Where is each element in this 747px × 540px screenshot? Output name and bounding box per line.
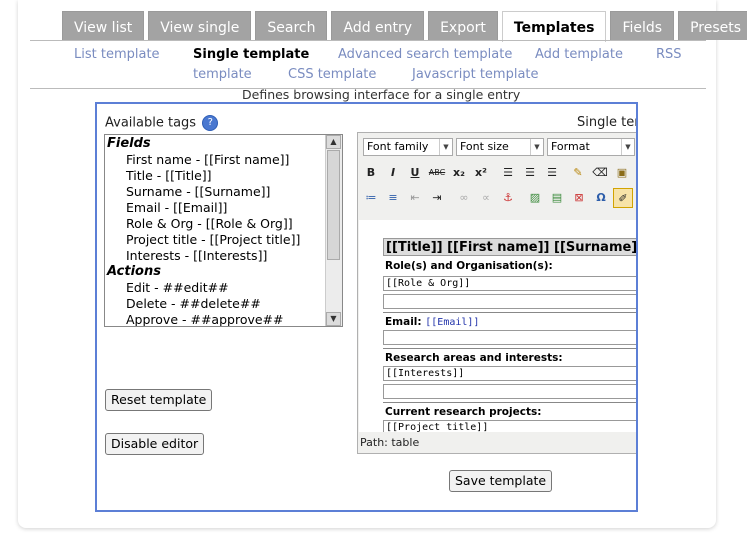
main-tabs: View list View single Search Add entry E… [62,11,747,42]
rich-text-editor: Font family ▼ Font size ▼ Format ▼ B I U AB… [357,132,636,454]
empty-cell[interactable] [383,330,636,345]
template-heading-row: [[Title]] [[First name]] [[Surname]] [383,238,636,256]
tag-item[interactable]: First name - [[First name]] [106,152,326,168]
tag-section-heading: Actions [107,264,161,279]
row-divider [383,348,636,349]
table-icon[interactable]: ⊠ [569,188,589,208]
template-form: Available tags ? Fields First name - [[F… [95,102,638,512]
save-template-button[interactable]: Save template [449,470,553,492]
chevron-down-icon: ▼ [530,139,543,155]
link-icon[interactable]: ∞ [454,188,474,208]
subtab-add-template[interactable]: Add template [535,47,623,62]
available-tags-list[interactable]: Fields First name - [[First name]] Title… [104,134,343,327]
projects-label: Current research projects: [385,406,542,418]
clean-icon[interactable]: ✎ [568,163,588,183]
tab-templates[interactable]: Templates [501,11,607,42]
underline-icon[interactable]: U [405,163,425,183]
subtab-advanced-search-template[interactable]: Advanced search template [338,47,512,62]
row-divider [383,402,636,403]
role-tag[interactable]: [[Role & Org]] [383,276,636,291]
strikethrough-icon[interactable]: ABC [427,163,447,183]
subtab-css-template[interactable]: CSS template [288,67,376,82]
align-center-icon[interactable]: ☰ [520,163,540,183]
tag-item[interactable]: Edit - ##edit## [106,280,326,296]
tag-item[interactable]: Approve - ##approve## [106,312,326,326]
superscript-icon[interactable]: x² [471,163,491,183]
interests-tag[interactable]: [[Interests]] [383,366,636,381]
image-icon[interactable]: ▨ [525,188,545,208]
special-char-icon[interactable]: Ω [591,188,611,208]
tab-view-single[interactable]: View single [148,11,252,40]
subscript-icon[interactable]: x₂ [449,163,469,183]
align-left-icon[interactable]: ☰ [498,163,518,183]
email-tag[interactable]: [[Email]] [425,317,479,328]
projects-tag[interactable]: [[Project title]] [383,420,636,432]
bold-icon[interactable]: B [361,163,381,183]
tag-item[interactable]: Title - [[Title]] [106,168,326,184]
chevron-down-icon: ▼ [621,139,634,155]
tag-item[interactable]: Project title - [[Project title]] [106,232,326,248]
subtab-single-template[interactable]: Single template [193,47,309,62]
subtab-javascript-template[interactable]: Javascript template [412,67,539,82]
italic-icon[interactable]: I [383,163,403,183]
scrollbar-thumb[interactable] [327,150,340,260]
tag-item[interactable]: Interests - [[Interests]] [106,248,326,264]
tag-item[interactable]: Role & Org - [[Role & Org]] [106,216,326,232]
reset-template-button[interactable]: Reset template [105,389,213,411]
unlink-icon[interactable]: ∝ [476,188,496,208]
tab-export[interactable]: Export [428,11,498,40]
scroll-up-icon[interactable]: ▲ [326,135,341,149]
help-icon[interactable]: ? [202,115,219,131]
align-right-icon[interactable]: ☰ [542,163,562,183]
font-family-select[interactable]: Font family ▼ [363,138,453,156]
media-icon[interactable]: ▤ [547,188,567,208]
tag-section-heading: Fields [107,136,151,151]
eraser-icon[interactable]: ⌫ [590,163,610,183]
available-tags-label: Available tags ? [105,115,219,131]
row-divider [383,312,636,313]
tag-item[interactable]: Surname - [[Surname]] [106,184,326,200]
subtab-list-template[interactable]: List template [74,47,160,62]
indent-icon[interactable]: ⇥ [427,188,447,208]
anchor-icon[interactable]: ⚓ [498,188,518,208]
subtab-rss-template[interactable]: RSS [656,47,682,62]
subtab-rss-template-cont[interactable]: template [193,67,252,82]
interests-label: Research areas and interests: [385,352,563,364]
font-size-select[interactable]: Font size ▼ [456,138,544,156]
outdent-icon[interactable]: ⇤ [405,188,425,208]
email-row: Email: [[Email]] [385,316,480,328]
empty-cell[interactable] [383,294,636,309]
tag-item[interactable]: Email - [[Email]] [106,200,326,216]
empty-cell[interactable] [383,384,636,399]
tab-add-entry[interactable]: Add entry [331,11,425,40]
role-label: Role(s) and Organisation(s): [385,260,553,272]
editor-path: Path: table [360,436,420,449]
tab-fields[interactable]: Fields [610,11,675,40]
chevron-down-icon: ▼ [439,139,452,155]
tags-scrollbar[interactable]: ▲ ▼ [325,135,342,326]
paste-word-icon[interactable]: W [634,163,636,183]
tab-divider [30,40,706,41]
unordered-list-icon[interactable]: ≔ [361,188,381,208]
template-description: Defines browsing interface for a single … [242,87,521,102]
format-select[interactable]: Format ▼ [547,138,635,156]
disable-editor-button[interactable]: Disable editor [105,433,205,455]
cleanup-icon[interactable]: ✐ [613,188,633,208]
scroll-down-icon[interactable]: ▼ [326,312,341,326]
tag-item[interactable]: Delete - ##delete## [106,296,326,312]
ordered-list-icon[interactable]: ≡ [383,188,403,208]
paste-icon[interactable]: ▣ [612,163,632,183]
single-template-label: Single template [577,115,636,130]
tab-presets[interactable]: Presets [678,11,747,40]
editor-content-area[interactable]: [[Title]] [[First name]] [[Surname]] Rol… [359,220,636,432]
tab-search[interactable]: Search [255,11,328,40]
tab-view-list[interactable]: View list [62,11,145,40]
